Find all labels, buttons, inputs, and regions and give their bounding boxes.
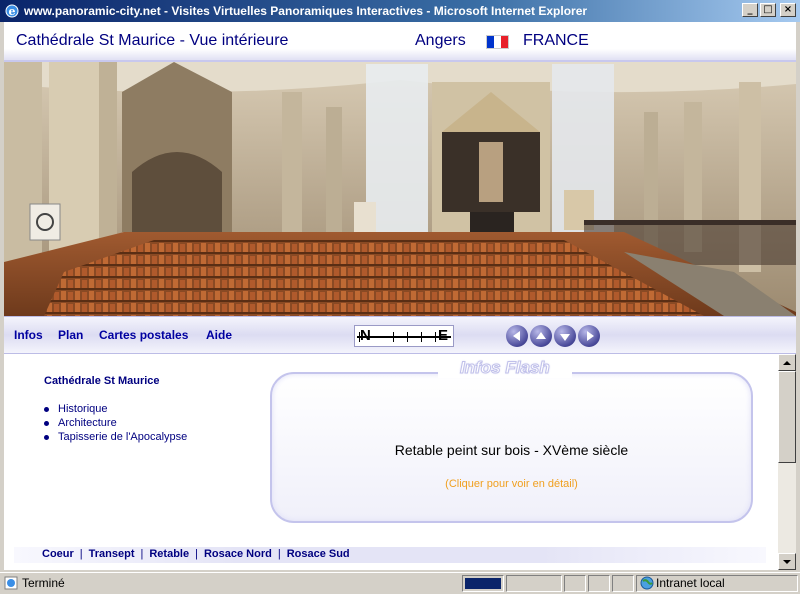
page-done-icon [4, 576, 18, 590]
sidebar-item-label: Historique [58, 403, 108, 415]
compass-tick [435, 332, 436, 342]
compass-north-label: N [360, 327, 371, 344]
link-rosace-nord[interactable]: Rosace Nord [204, 548, 272, 560]
progress-cell [462, 575, 504, 592]
sidebar-item-historique[interactable]: Historique [44, 402, 187, 416]
zone-text: Intranet local [656, 576, 725, 590]
city-name: Angers [415, 32, 466, 49]
link-rosace-sud[interactable]: Rosace Sud [287, 548, 350, 560]
arrow-right-icon [586, 331, 594, 341]
sidebar-list: Historique Architecture Tapisserie de l'… [44, 402, 187, 444]
sidebar-item-architecture[interactable]: Architecture [44, 416, 187, 430]
scroll-up-icon [783, 360, 791, 365]
vertical-scrollbar[interactable] [778, 354, 796, 570]
compass-tick [407, 332, 408, 342]
nav-item-cartes-postales[interactable]: Cartes postales [99, 328, 188, 342]
link-separator: | [195, 548, 198, 560]
bullet-icon [44, 406, 49, 412]
compass-tick [393, 332, 394, 342]
bottom-links: Coeur | Transept | Retable | Rosace Nord | Rosac… [42, 548, 350, 560]
sidebar-item-tapisserie[interactable]: Tapisserie de l'Apocalypse [44, 430, 187, 444]
link-transept[interactable]: Transept [89, 548, 135, 560]
internet-explorer-icon: e [4, 3, 20, 19]
scroll-up-button[interactable] [778, 354, 796, 371]
arrow-down-icon [560, 333, 570, 341]
intranet-globe-icon [640, 576, 654, 590]
status-bar: Terminé Intranet local [0, 572, 800, 594]
maximize-button[interactable]: □ [760, 3, 776, 17]
info-content: Cathédrale St Maurice Historique Archite… [4, 354, 778, 570]
nav-item-plan[interactable]: Plan [58, 328, 83, 342]
bullet-icon [44, 434, 49, 440]
status-cell [506, 575, 562, 592]
scroll-down-icon [783, 559, 791, 564]
panorama-view[interactable] [4, 62, 796, 316]
sidebar-item-label: Architecture [58, 417, 117, 429]
status-cell [612, 575, 634, 592]
page-title: Cathédrale St Maurice - Vue intérieure [16, 32, 289, 49]
status-cell [588, 575, 610, 592]
arrow-down-button[interactable] [554, 325, 576, 347]
window-titlebar: e www.panoramic-city.net - Visites Virtu… [0, 0, 800, 22]
link-separator: | [140, 548, 144, 560]
sidebar-title: Cathédrale St Maurice [44, 375, 160, 387]
compass-strip: N E [354, 325, 454, 347]
link-separator: | [79, 548, 83, 560]
minimize-button[interactable]: _ [742, 3, 758, 17]
status-text: Terminé [22, 576, 65, 590]
flag-stripe-blue [487, 36, 494, 48]
arrow-left-icon [512, 331, 520, 341]
compass-east-label: E [438, 327, 449, 344]
nav-item-infos[interactable]: Infos [14, 328, 43, 342]
window-title: www.panoramic-city.net - Visites Virtuel… [24, 4, 588, 18]
flag-stripe-white [494, 36, 501, 48]
svg-text:e: e [9, 5, 16, 18]
nav-item-aide[interactable]: Aide [206, 328, 232, 342]
link-separator: | [277, 548, 281, 560]
arrow-left-button[interactable] [506, 325, 528, 347]
sidebar-item-label: Tapisserie de l'Apocalypse [58, 431, 188, 443]
link-coeur[interactable]: Coeur [42, 548, 74, 560]
compass-tick [421, 332, 422, 342]
nav-bar: Infos Plan Cartes postales Aide N E [4, 316, 796, 354]
infos-flash-label: Infos Flash [438, 358, 572, 378]
close-button[interactable]: × [780, 3, 796, 17]
country-name: FRANCE [523, 32, 589, 49]
scroll-thumb[interactable] [778, 371, 796, 463]
window-controls: _ □ × [742, 3, 796, 17]
progress-bar [465, 578, 501, 589]
flash-description: Retable peint sur bois - XVème siècle [394, 442, 629, 458]
compass-line [357, 336, 451, 338]
status-cell [564, 575, 586, 592]
flash-detail-link[interactable]: (Cliquer pour voir en détail) [270, 478, 753, 490]
link-retable[interactable]: Retable [149, 548, 189, 560]
scroll-down-button[interactable] [778, 553, 796, 570]
browser-content: Cathédrale St Maurice - Vue intérieure A… [4, 22, 796, 570]
arrow-right-button[interactable] [578, 325, 600, 347]
bullet-icon [44, 420, 49, 426]
arrow-up-icon [536, 331, 546, 339]
arrow-up-button[interactable] [530, 325, 552, 347]
flag-stripe-red [501, 36, 508, 48]
french-flag-icon [486, 35, 509, 49]
page-header: Cathédrale St Maurice - Vue intérieure A… [4, 22, 796, 62]
